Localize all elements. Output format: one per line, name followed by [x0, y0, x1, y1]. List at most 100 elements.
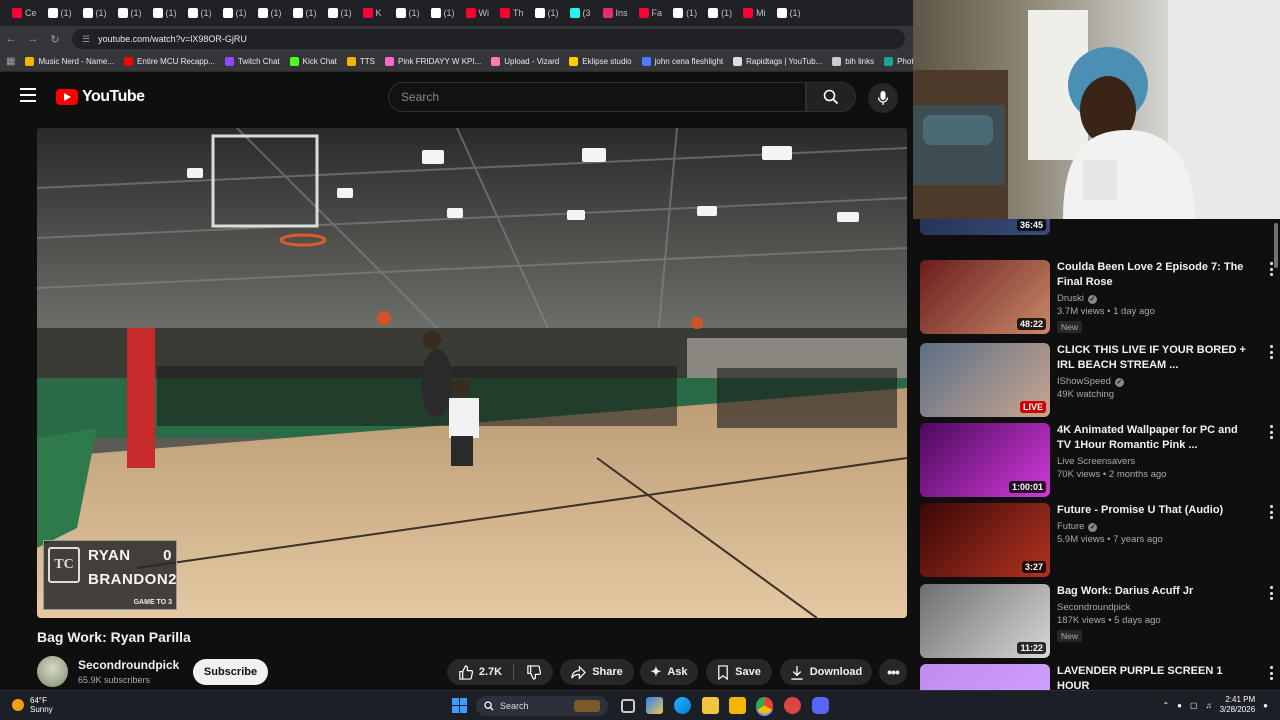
download-button[interactable]: Download — [780, 659, 872, 685]
subscribe-button[interactable]: Subscribe — [193, 659, 268, 685]
browser-tab[interactable]: (1) — [531, 3, 563, 23]
copilot-icon[interactable] — [646, 697, 663, 714]
browser-tab[interactable]: (1) — [79, 3, 111, 23]
browser-tab[interactable]: Wi — [462, 3, 494, 23]
video-player[interactable]: TC RYAN 0 BRANDON 2 GAME TO 3 — [37, 128, 907, 618]
voice-search-button[interactable] — [868, 83, 898, 113]
menu-icon[interactable] — [20, 88, 36, 102]
store-icon[interactable] — [729, 697, 746, 714]
bookmark-item[interactable]: Entire MCU Recapp... — [124, 57, 215, 66]
search-button[interactable] — [806, 82, 856, 112]
bookmark-item[interactable]: Kick Chat — [289, 57, 337, 66]
browser-tab[interactable]: (1) — [44, 3, 76, 23]
more-vertical-icon[interactable] — [1266, 505, 1276, 519]
recommendation-thumbnail[interactable]: 3:27 — [920, 503, 1050, 577]
recommendation-channel[interactable]: Druski ✓ — [1057, 293, 1253, 304]
recommendation-item[interactable]: 3:27 Future - Promise U That (Audio) Futur… — [920, 503, 1276, 577]
browser-tab[interactable]: (1) — [114, 3, 146, 23]
tray-chevron-icon[interactable]: ⌃ — [1162, 701, 1169, 710]
bookmark-item[interactable]: Photopea — [884, 57, 913, 66]
bookmark-item[interactable]: john cena fleshlight — [641, 57, 723, 66]
recommendation-channel[interactable]: Live Screensavers — [1057, 456, 1253, 467]
channel-name[interactable]: Secondroundpick — [78, 658, 179, 672]
recommendation-thumbnail[interactable] — [920, 664, 1050, 690]
browser-tab[interactable]: (1) — [773, 3, 805, 23]
apps-grid-icon[interactable]: ▦ — [6, 52, 15, 71]
browser-tab[interactable]: (1) — [324, 3, 356, 23]
recommendation-thumbnail[interactable]: 1:00:01 — [920, 423, 1050, 497]
browser-tab[interactable]: Ins — [599, 3, 632, 23]
share-button[interactable]: Share — [560, 659, 634, 685]
browser-tab[interactable]: (1) — [289, 3, 321, 23]
clock[interactable]: 2:41 PM 3/28/2026 — [1220, 695, 1256, 715]
bookmark-item[interactable]: TTS — [346, 57, 375, 66]
browser-tab[interactable]: (1) — [149, 3, 181, 23]
recommendation-item[interactable]: 48:22 Coulda Been Love 2 Episode 7: The F… — [920, 260, 1276, 334]
bookmark-item[interactable]: Upload - Vizard — [491, 57, 559, 66]
weather-widget[interactable]: 64°F Sunny — [12, 696, 53, 714]
bookmark-label: Rapidtags | YouTub... — [746, 57, 823, 66]
more-vertical-icon[interactable] — [1266, 586, 1276, 600]
bookmark-item[interactable]: bih links — [832, 57, 874, 66]
ask-button[interactable]: ✦ Ask — [640, 659, 698, 685]
bookmark-item[interactable]: Rapidtags | YouTub... — [733, 57, 822, 66]
browser-tab[interactable]: (1) — [184, 3, 216, 23]
taskbar-search[interactable]: Search — [476, 696, 608, 716]
browser-tab[interactable]: (1) — [254, 3, 286, 23]
recommendation-item[interactable]: 11:22 Bag Work: Darius Acuff Jr Secondroun… — [920, 584, 1276, 658]
browser-tab[interactable]: Fa — [635, 3, 667, 23]
recommendation-thumbnail[interactable]: 48:22 — [920, 260, 1050, 334]
more-vertical-icon[interactable] — [1266, 262, 1276, 276]
task-view-icon[interactable] — [621, 699, 635, 713]
browser-tab[interactable]: Th — [496, 3, 528, 23]
windows-start-icon[interactable] — [452, 698, 467, 713]
browser-tab[interactable]: Mi — [739, 3, 770, 23]
recommendation-thumbnail[interactable]: 11:22 — [920, 584, 1050, 658]
reload-icon[interactable]: ↻ — [44, 28, 66, 50]
more-vertical-icon[interactable] — [1266, 425, 1276, 439]
edge-icon[interactable] — [674, 697, 691, 714]
youtube-logo[interactable]: YouTube — [56, 88, 145, 106]
dislike-button[interactable] — [514, 659, 553, 685]
recommendation-thumbnail[interactable]: LIVE — [920, 343, 1050, 417]
network-icon[interactable]: ▢ — [1190, 701, 1198, 710]
notification-icon[interactable]: ● — [1263, 701, 1268, 710]
forward-icon[interactable]: → — [22, 28, 44, 50]
browser-tab[interactable]: (3 — [566, 3, 596, 23]
more-vertical-icon[interactable] — [1266, 666, 1276, 680]
file-explorer-icon[interactable] — [702, 697, 719, 714]
browser-tab[interactable]: (1) — [669, 3, 701, 23]
like-button[interactable]: 2.7K — [447, 659, 513, 685]
browser-tab[interactable]: (1) — [392, 3, 424, 23]
more-vertical-icon[interactable] — [1266, 345, 1276, 359]
more-actions-button[interactable]: ••• — [879, 659, 907, 685]
channel-avatar[interactable] — [37, 656, 68, 687]
recommendation-channel[interactable]: Secondroundpick — [1057, 602, 1253, 613]
bookmark-item[interactable]: Pink FRIDAYY W KPI... — [384, 57, 481, 66]
bookmark-item[interactable]: Twitch Chat — [224, 57, 280, 66]
back-icon[interactable]: ← — [0, 28, 22, 50]
recommendation-item[interactable]: 36:457.2K views • 1 hour agoNew — [920, 219, 1276, 235]
save-button[interactable]: Save — [706, 659, 772, 685]
browser-tab[interactable]: (1) — [427, 3, 459, 23]
address-bar[interactable]: ☰ youtube.com/watch?v=lX98OR-GjRU — [72, 29, 905, 49]
app-icon[interactable] — [784, 697, 801, 714]
browser-tab[interactable]: (1) — [219, 3, 251, 23]
browser-tab[interactable]: (1) — [704, 3, 736, 23]
site-info-icon[interactable]: ☰ — [82, 34, 90, 45]
bookmark-item[interactable]: Eklipse studio — [569, 57, 632, 66]
browser-tab[interactable]: Ce — [8, 3, 41, 23]
browser-tab[interactable]: K — [359, 3, 389, 23]
discord-icon[interactable] — [812, 697, 829, 714]
recommendation-item[interactable]: LAVENDER PURPLE SCREEN 1 HOUR — [920, 664, 1276, 690]
search-input[interactable]: Search — [388, 82, 806, 112]
recommendation-item[interactable]: LIVE CLICK THIS LIVE IF YOUR BORED + IRL … — [920, 343, 1276, 417]
chrome-icon[interactable] — [756, 697, 773, 714]
microphone-tray-icon[interactable]: ● — [1177, 701, 1182, 710]
bookmark-item[interactable]: Music Nerd - Name... — [25, 57, 114, 66]
volume-icon[interactable]: ♫ — [1206, 701, 1212, 710]
recommendation-channel[interactable]: IShowSpeed ✓ — [1057, 376, 1253, 387]
recommendation-channel[interactable]: Future ✓ — [1057, 521, 1253, 532]
recommendation-item[interactable]: 1:00:01 4K Animated Wallpaper for PC and … — [920, 423, 1276, 497]
recommendation-thumbnail[interactable]: 36:45 — [920, 219, 1050, 235]
